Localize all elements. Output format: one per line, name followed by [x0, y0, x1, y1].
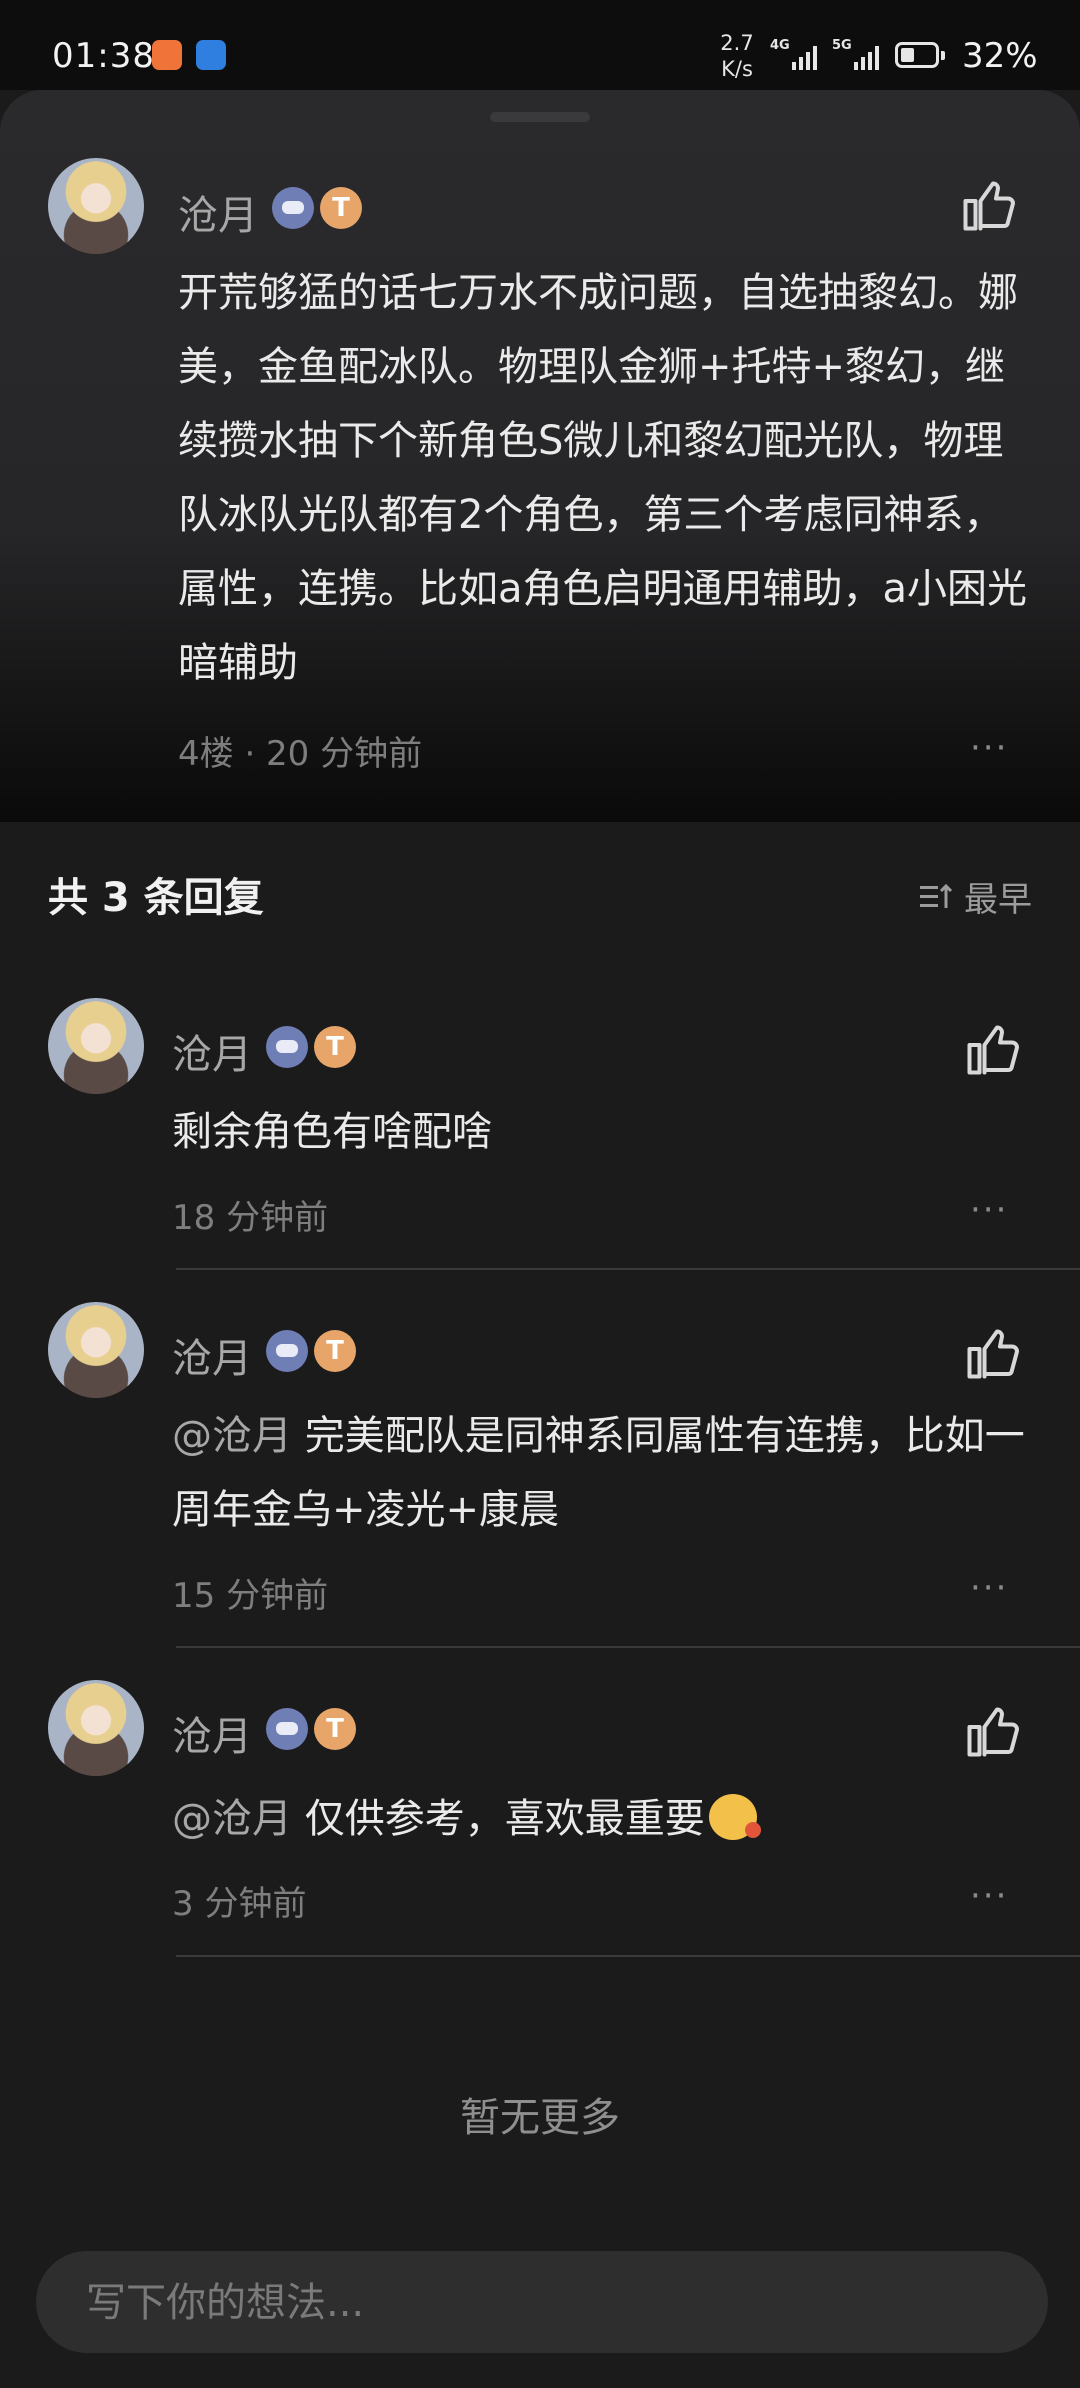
signal-4g-icon	[792, 46, 817, 70]
thumbs-up-icon	[967, 1329, 1019, 1379]
comment-body: 开荒够猛的话七万水不成问题，自选抽黎幻。娜美，金鱼配冰队。物理队金狮+托特+黎幻…	[178, 270, 1028, 686]
network-type-5g: 5G	[832, 38, 852, 53]
thumbs-up-icon	[963, 181, 1015, 231]
level-badge: T	[314, 1330, 356, 1372]
game-badge-icon	[272, 187, 314, 229]
battery-percentage: 32%	[962, 36, 1038, 76]
divider	[176, 1955, 1080, 1957]
no-more-label: 暂无更多	[460, 2095, 620, 2141]
comment-username[interactable]: 沧月	[178, 183, 258, 241]
avatar[interactable]	[48, 998, 144, 1094]
smiling-emoji-icon	[708, 1794, 761, 1840]
network-speed: 2.7 K/s	[712, 30, 762, 82]
divider	[176, 1646, 1080, 1648]
like-button[interactable]	[962, 1324, 1022, 1384]
network-speed-value: 2.7	[720, 31, 754, 55]
like-button[interactable]	[962, 1020, 1022, 1080]
like-button[interactable]	[958, 176, 1018, 236]
reply-text: 完美配队是同神系同属性有连携，比如一周年金乌+凌光+康晨	[172, 1413, 1025, 1533]
more-dots-icon[interactable]: ···	[970, 731, 1008, 765]
battery-icon	[895, 42, 945, 68]
game-badge-icon	[266, 1708, 308, 1750]
sort-button[interactable]: 最早	[920, 872, 1032, 921]
signal-5g-icon	[854, 46, 879, 70]
avatar[interactable]	[48, 1680, 144, 1776]
status-bar: 01:38 2.7 K/s 4G 5G 32%	[0, 0, 1080, 90]
network-speed-unit: K/s	[721, 57, 753, 81]
reply-time: 3 分钟前	[172, 1884, 307, 1924]
level-badge: T	[314, 1026, 356, 1068]
status-time: 01:38	[52, 36, 155, 76]
reply-body: 剩余角色有啥配啥	[172, 1109, 492, 1155]
reply-username[interactable]: 沧月	[172, 1704, 252, 1762]
reply-time: 18 分钟前	[172, 1198, 329, 1238]
reply-username[interactable]: 沧月	[172, 1326, 252, 1384]
more-dots-icon[interactable]: ···	[970, 1193, 1008, 1227]
notification-app-icon	[152, 40, 182, 70]
level-badge: T	[320, 187, 362, 229]
comment-input-bar[interactable]	[36, 2251, 1048, 2355]
mention-link[interactable]: @沧月	[172, 1413, 292, 1459]
thumbs-up-icon	[967, 1025, 1019, 1075]
game-badge-icon	[266, 1330, 308, 1372]
notification-app-icon-2	[196, 40, 226, 70]
level-badge: T	[314, 1708, 356, 1750]
reply-body: @沧月 完美配队是同神系同属性有连携，比如一周年金乌+凌光+康晨	[172, 1399, 1032, 1547]
avatar[interactable]	[48, 158, 144, 254]
reply-body: @沧月 仅供参考，喜欢最重要	[172, 1782, 1032, 1856]
more-dots-icon[interactable]: ···	[970, 1571, 1008, 1605]
divider	[176, 1268, 1080, 1270]
avatar[interactable]	[48, 1302, 144, 1398]
reply-time: 15 分钟前	[172, 1576, 329, 1616]
comment-input[interactable]	[84, 2251, 988, 2355]
drag-handle[interactable]	[490, 112, 590, 122]
replies-count-title: 共 3 条回复	[48, 875, 264, 921]
like-button[interactable]	[962, 1702, 1022, 1762]
sort-icon	[920, 883, 953, 908]
thumbs-up-icon	[967, 1707, 1019, 1757]
more-dots-icon[interactable]: ···	[970, 1879, 1008, 1913]
game-badge-icon	[266, 1026, 308, 1068]
comment-meta: 4楼 · 20 分钟前	[178, 734, 423, 774]
reply-text: 仅供参考，喜欢最重要	[304, 1796, 705, 1842]
mention-link[interactable]: @沧月	[172, 1796, 292, 1842]
network-type-4g: 4G	[770, 38, 790, 53]
reply-username[interactable]: 沧月	[172, 1022, 252, 1080]
sort-label: 最早	[964, 880, 1032, 920]
